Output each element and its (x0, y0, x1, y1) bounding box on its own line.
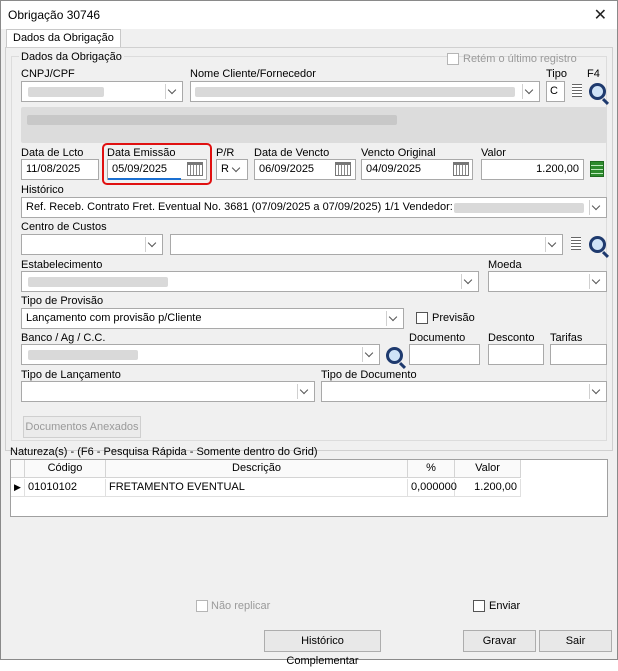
data-vencto-label: Data de Vencto (254, 147, 330, 159)
calendar-icon[interactable] (335, 162, 351, 176)
estabelecimento-redacted (28, 277, 168, 287)
column-header-descricao[interactable]: Descrição (106, 460, 408, 478)
previsao-label: Previsão (432, 312, 475, 324)
chevron-down-icon[interactable] (589, 200, 604, 215)
group-title: Dados da Obrigação (19, 51, 124, 63)
tipo-input[interactable]: C (546, 81, 565, 102)
nome-cliente-label: Nome Cliente/Fornecedor (190, 68, 316, 80)
retem-ultimo-registro-label: Retém o último registro (463, 53, 577, 65)
centro-custos-code-select[interactable] (21, 234, 163, 255)
previsao-checkbox[interactable] (416, 312, 428, 324)
gravar-button[interactable]: Gravar (463, 630, 536, 652)
pr-value: R (221, 163, 229, 175)
valor-label: Valor (481, 147, 506, 159)
nome-cliente-select[interactable] (190, 81, 540, 102)
cnpj-redacted (28, 87, 104, 97)
banco-label: Banco / Ag / C.C. (21, 332, 106, 344)
desconto-label: Desconto (488, 332, 535, 344)
cnpj-label: CNPJ/CPF (21, 68, 75, 80)
focus-highlight-box (102, 143, 212, 185)
tab-dados-obrigacao[interactable]: Dados da Obrigação (6, 29, 121, 48)
tipo-provisao-value: Lançamento com provisão p/Cliente (26, 312, 202, 324)
pr-label: P/R (216, 147, 235, 159)
chevron-down-icon[interactable] (362, 347, 377, 362)
moeda-select[interactable] (488, 271, 607, 292)
client-info-redacted (21, 107, 607, 143)
calendar-icon[interactable] (453, 162, 469, 176)
historico-value: Ref. Receb. Contrato Fret. Eventual No. … (26, 201, 453, 213)
tipo-provisao-label: Tipo de Provisão (21, 295, 104, 307)
grid-row-header (11, 460, 25, 478)
column-header-valor[interactable]: Valor (455, 460, 521, 478)
moeda-label: Moeda (488, 259, 522, 271)
retem-ultimo-registro-checkbox[interactable] (447, 53, 459, 65)
chevron-down-icon[interactable] (589, 274, 604, 289)
cell-percent[interactable]: 0,000000 (408, 479, 457, 497)
tipo-label: Tipo (546, 68, 567, 80)
centro-custos-label: Centro de Custos (21, 221, 107, 233)
cell-codigo[interactable]: 01010102 (25, 479, 106, 497)
chevron-down-icon[interactable] (386, 311, 401, 326)
obrigacao-window: Obrigação 30746 ✕ Dados da Obrigação Dad… (0, 0, 618, 667)
nome-cliente-redacted (195, 87, 515, 97)
search-magnifier-icon[interactable] (386, 347, 403, 364)
estabelecimento-label: Estabelecimento (21, 259, 103, 271)
chevron-down-icon[interactable] (145, 237, 160, 252)
estabelecimento-select[interactable] (21, 271, 479, 292)
column-header-codigo[interactable]: Código (25, 460, 106, 478)
naturezas-grid[interactable]: Código Descrição % Valor ▶ 01010102 FRET… (10, 459, 608, 517)
pr-select[interactable]: R (216, 159, 248, 180)
banco-select[interactable] (21, 344, 380, 365)
chevron-down-icon[interactable] (230, 162, 245, 177)
list-icon[interactable] (571, 237, 581, 250)
historico-label: Histórico (21, 184, 64, 196)
cell-descricao[interactable]: FRETAMENTO EVENTUAL (106, 479, 408, 497)
title-bar: Obrigação 30746 ✕ (1, 1, 617, 29)
historico-select[interactable]: Ref. Receb. Contrato Fret. Eventual No. … (21, 197, 607, 218)
naturezas-caption: Natureza(s) - (F6 - Pesquisa Rápida - So… (10, 446, 318, 458)
chevron-down-icon[interactable] (461, 274, 476, 289)
client-info-text-redacted (27, 115, 397, 125)
cnpj-select[interactable] (21, 81, 183, 102)
vencto-original-label: Vencto Original (361, 147, 436, 159)
column-header-percent[interactable]: % (408, 460, 455, 478)
data-lcto-input[interactable]: 11/08/2025 (21, 159, 99, 180)
list-icon[interactable] (572, 84, 582, 97)
close-icon[interactable]: ✕ (594, 5, 607, 25)
sair-button[interactable]: Sair (539, 630, 612, 652)
tipo-provisao-select[interactable]: Lançamento com provisão p/Cliente (21, 308, 404, 329)
tipo-documento-label: Tipo de Documento (321, 369, 417, 381)
nao-replicar-checkbox[interactable] (196, 600, 208, 612)
chevron-down-icon[interactable] (545, 237, 560, 252)
window-title: Obrigação 30746 (8, 8, 101, 22)
tipo-documento-select[interactable] (321, 381, 607, 402)
f4-label: F4 (587, 68, 600, 80)
vendedor-redacted (454, 203, 584, 213)
row-pointer-icon: ▶ (11, 479, 25, 497)
chevron-down-icon[interactable] (522, 84, 537, 99)
nao-replicar-label: Não replicar (211, 600, 271, 612)
tarifas-input[interactable] (550, 344, 607, 365)
tipo-lancamento-label: Tipo de Lançamento (21, 369, 121, 381)
chevron-down-icon[interactable] (297, 384, 312, 399)
documento-label: Documento (409, 332, 466, 344)
data-lcto-label: Data de Lcto (21, 147, 84, 159)
historico-complementar-button[interactable]: Histórico Complementar (264, 630, 381, 667)
calculator-icon[interactable] (590, 161, 604, 177)
chevron-down-icon[interactable] (165, 84, 180, 99)
centro-custos-name-select[interactable] (170, 234, 563, 255)
cell-valor[interactable]: 1.200,00 (455, 479, 521, 497)
banco-redacted (28, 350, 138, 360)
search-magnifier-icon[interactable] (589, 83, 606, 100)
valor-input[interactable]: 1.200,00 (481, 159, 584, 180)
tipo-lancamento-select[interactable] (21, 381, 315, 402)
chevron-down-icon[interactable] (589, 384, 604, 399)
search-magnifier-icon[interactable] (589, 236, 606, 253)
enviar-label: Enviar (489, 600, 521, 612)
tarifas-label: Tarifas (550, 332, 583, 344)
documento-input[interactable] (409, 344, 480, 365)
documentos-anexados-button[interactable]: Documentos Anexados (23, 416, 141, 438)
enviar-checkbox[interactable] (473, 600, 485, 612)
desconto-input[interactable] (488, 344, 544, 365)
